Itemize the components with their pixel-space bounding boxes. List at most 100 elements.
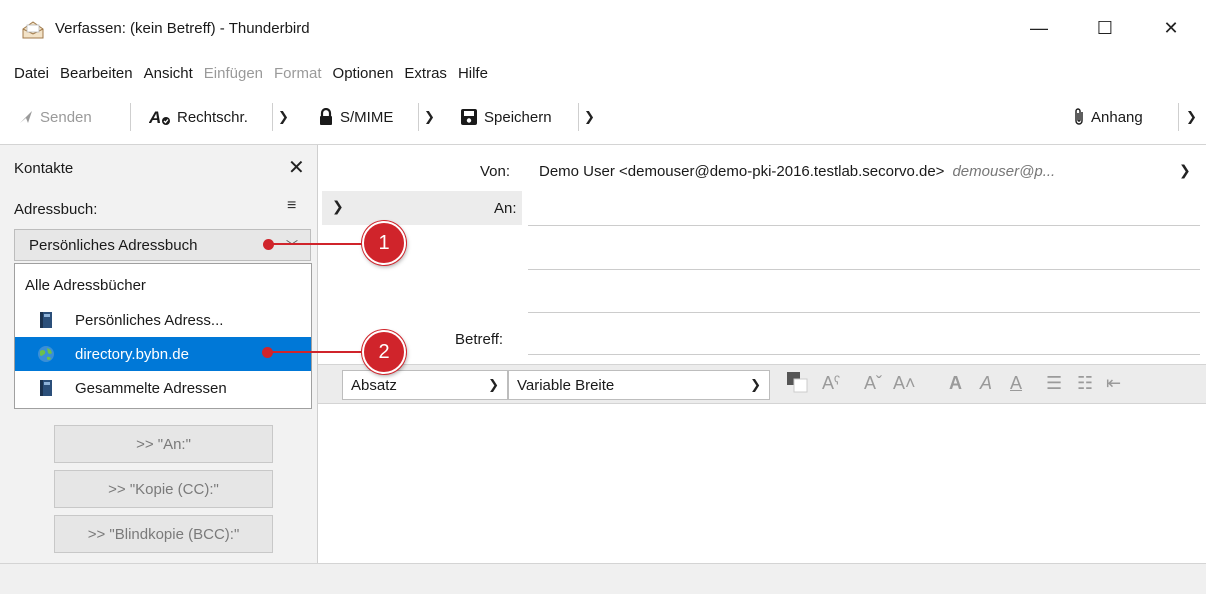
chevron-down-icon: ❯ [1186, 109, 1197, 124]
menu-extras[interactable]: Extras [404, 65, 447, 82]
chevron-down-icon[interactable]: ❯ [332, 198, 344, 215]
bold-icon[interactable]: A [949, 373, 962, 394]
svg-text:A: A [149, 108, 161, 126]
send-button[interactable]: Senden [18, 105, 92, 129]
dropdown-item-collected[interactable]: Gesammelte Adressen [15, 371, 311, 405]
save-label: Speichern [484, 108, 552, 126]
toolbar-separator [578, 103, 579, 131]
addressbook-label: Adressbuch: [14, 201, 98, 218]
to-field-1[interactable] [528, 225, 1200, 226]
text-color-icon[interactable] [785, 370, 809, 399]
chevron-down-icon: ❯ [424, 109, 435, 124]
from-value: Demo User <demouser@demo-pki-2016.testla… [539, 163, 945, 180]
to-field-2[interactable] [528, 269, 1200, 270]
callout-2-line [267, 351, 367, 353]
to-label: An: [494, 200, 517, 217]
dropdown-item-label: directory.bybn.de [75, 345, 189, 363]
dropdown-item-all-addressbooks[interactable]: Alle Adressbücher [15, 268, 311, 302]
font-value: Variable Breite [517, 376, 615, 394]
spellcheck-dropdown[interactable]: ❯ [278, 105, 289, 129]
menu-ansicht[interactable]: Ansicht [144, 65, 193, 82]
underline-icon[interactable]: A [1010, 373, 1022, 394]
chevron-down-icon: ❯ [750, 377, 761, 392]
recipient-type-selector[interactable] [322, 191, 522, 225]
from-chevron-down-icon[interactable]: ❯ [1179, 162, 1191, 179]
addressbook-dropdown-list: Alle Adressbücher Persönliches Adress...… [14, 263, 312, 409]
smime-label: S/MIME [340, 108, 394, 126]
thunderbird-compose-icon [22, 21, 44, 39]
numbered-list-icon[interactable]: ☷ [1077, 373, 1093, 394]
subject-field[interactable] [528, 354, 1200, 355]
sidebar-title: Kontakte [14, 160, 74, 177]
toolbar-separator [1178, 103, 1179, 131]
send-label: Senden [40, 108, 92, 126]
window-title: Verfassen: (kein Betreff) - Thunderbird [55, 20, 310, 37]
maximize-button[interactable]: ☐ [1082, 0, 1128, 57]
toolbar-separator [272, 103, 273, 131]
send-icon [18, 109, 34, 125]
spellcheck-label: Rechtschr. [177, 108, 248, 126]
add-to-cc-button[interactable]: >> "Kopie (CC):" [54, 470, 273, 508]
toolbar-separator [418, 103, 419, 131]
dropdown-item-label: Persönliches Adress... [75, 311, 224, 329]
attach-label: Anhang [1091, 108, 1143, 126]
toolbar-separator [130, 103, 131, 131]
lock-icon [318, 108, 334, 126]
addressbook-icon [37, 311, 55, 329]
from-select[interactable]: Demo User <demouser@demo-pki-2016.testla… [539, 163, 1055, 180]
chevron-down-icon: ❯ [584, 109, 595, 124]
addressbook-icon [37, 379, 55, 397]
chevron-down-icon: ﹀ [285, 239, 298, 253]
format-toolbar: Absatz ❯ Variable Breite ❯ Aˁ Aˇ A˄ A A … [318, 364, 1206, 404]
addressbook-selected-value: Persönliches Adressbuch [29, 236, 198, 254]
outdent-icon[interactable]: ⇤ [1106, 373, 1121, 394]
close-window-button[interactable]: ✕ [1148, 0, 1194, 57]
add-to-bcc-button[interactable]: >> "Blindkopie (BCC):" [54, 515, 273, 553]
ldap-globe-icon [37, 345, 55, 363]
paragraph-format-select[interactable]: Absatz ❯ [342, 370, 508, 400]
menu-format[interactable]: Format [274, 65, 322, 82]
subject-label: Betreff: [455, 331, 504, 348]
spellcheck-button[interactable]: A Rechtschr. [149, 105, 248, 129]
menu-bearbeiten[interactable]: Bearbeiten [60, 65, 133, 82]
chevron-down-icon: ❯ [488, 377, 499, 392]
callout-2-badge: 2 [362, 330, 406, 374]
spellcheck-icon: A [149, 108, 171, 126]
paperclip-icon [1073, 107, 1085, 127]
larger-text-icon[interactable]: A˄ [893, 373, 916, 394]
menu-optionen[interactable]: Optionen [333, 65, 394, 82]
dropdown-item-label: Gesammelte Adressen [75, 379, 227, 397]
save-button[interactable]: Speichern [460, 105, 552, 129]
menu-einfuegen[interactable]: Einfügen [204, 65, 263, 82]
callout-1-badge: 1 [362, 221, 406, 265]
chevron-down-icon: ❯ [278, 109, 289, 124]
smaller-text-icon[interactable]: Aˇ [864, 373, 882, 394]
attach-dropdown[interactable]: ❯ [1186, 105, 1197, 129]
paragraph-format-value: Absatz [351, 376, 397, 394]
font-select[interactable]: Variable Breite ❯ [508, 370, 770, 400]
callout-2-dot [262, 347, 273, 358]
menu-datei[interactable]: Datei [14, 65, 49, 82]
bullet-list-icon[interactable]: ☰ [1046, 373, 1062, 394]
dropdown-item-personal[interactable]: Persönliches Adress... [15, 303, 311, 337]
italic-icon[interactable]: A [980, 373, 992, 394]
hamburger-menu-icon[interactable]: ≡ [287, 197, 296, 215]
save-dropdown[interactable]: ❯ [584, 105, 595, 129]
compose-toolbar: Senden A Rechtschr. ❯ S/MIME ❯ Speichern… [0, 89, 1206, 145]
callout-1-line [268, 243, 368, 245]
close-sidebar-icon[interactable]: ✕ [288, 155, 305, 180]
menu-hilfe[interactable]: Hilfe [458, 65, 488, 82]
font-size-icon[interactable]: Aˁ [822, 373, 840, 394]
minimize-button[interactable]: — [1016, 0, 1062, 57]
title-bar: Verfassen: (kein Betreff) - Thunderbird … [0, 0, 1206, 57]
message-body-editor[interactable] [318, 404, 1206, 563]
from-label: Von: [480, 163, 511, 180]
save-icon [460, 108, 478, 126]
to-field-3[interactable] [528, 312, 1200, 313]
add-to-an-button[interactable]: >> "An:" [54, 425, 273, 463]
from-hint: demouser@p... [952, 163, 1056, 180]
smime-dropdown[interactable]: ❯ [424, 105, 435, 129]
status-bar [0, 563, 1206, 594]
attach-button[interactable]: Anhang [1073, 105, 1143, 129]
smime-button[interactable]: S/MIME [318, 105, 393, 129]
